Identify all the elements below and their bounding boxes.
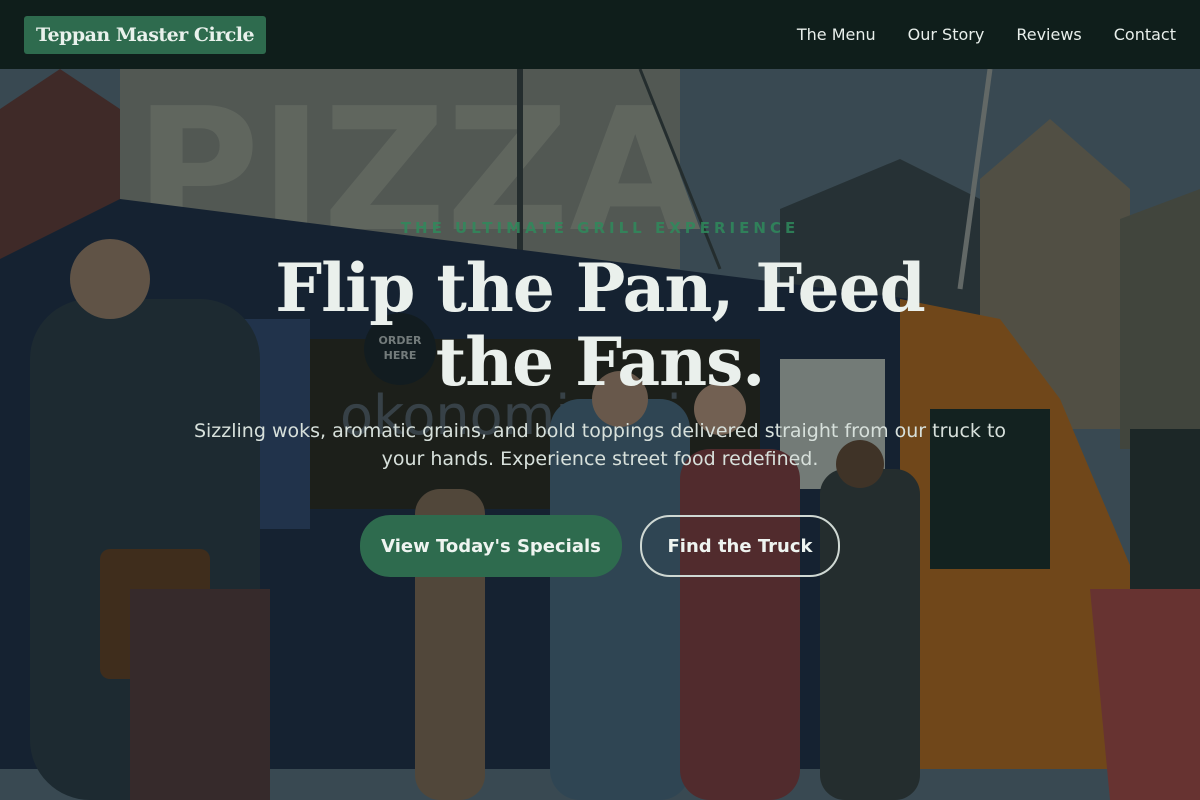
- find-truck-button[interactable]: Find the Truck: [640, 515, 840, 577]
- top-navbar: Teppan Master Circle The Menu Our Story …: [0, 0, 1200, 69]
- hero-headline: Flip the Pan, Feed the Fans.: [275, 249, 926, 401]
- nav-link-contact[interactable]: Contact: [1114, 25, 1176, 44]
- hero-cta-row: View Today's Specials Find the Truck: [360, 515, 840, 577]
- view-specials-button[interactable]: View Today's Specials: [360, 515, 622, 577]
- hero-subtitle: Sizzling woks, aromatic grains, and bold…: [193, 420, 1007, 470]
- nav-link-story[interactable]: Our Story: [908, 25, 985, 44]
- nav-link-menu[interactable]: The Menu: [797, 25, 876, 44]
- nav-links: The Menu Our Story Reviews Contact: [797, 25, 1176, 44]
- brand-logo[interactable]: Teppan Master Circle: [24, 15, 267, 54]
- hero-eyebrow: The Ultimate Grill Experience: [400, 219, 800, 237]
- hero-content: The Ultimate Grill Experience Flip the P…: [0, 69, 1200, 800]
- nav-link-reviews[interactable]: Reviews: [1016, 25, 1081, 44]
- hero-section: PIZZA ORDER HERE okonomiyaki THE ULTIMAT…: [0, 69, 1200, 800]
